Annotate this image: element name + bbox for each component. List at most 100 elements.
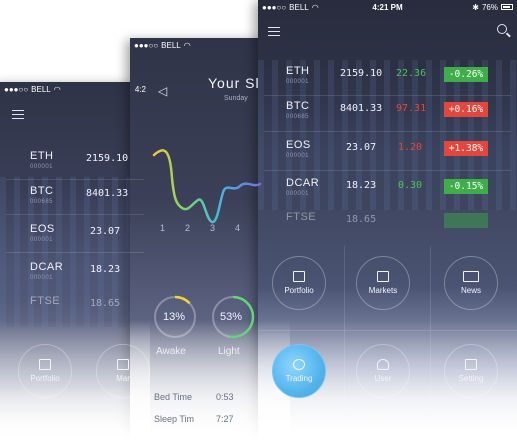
list-item[interactable]: DCAR 000001 18.23 bbox=[0, 258, 150, 294]
coin-price: 2159.10 bbox=[340, 68, 383, 79]
list-item[interactable]: FTSE 18.65 bbox=[0, 292, 150, 328]
bed-time-value: 0:53 bbox=[216, 392, 234, 402]
button-label: Mar bbox=[116, 374, 130, 383]
user-button[interactable]: User bbox=[356, 344, 410, 398]
coin-change: 22.36 bbox=[396, 68, 427, 79]
awake-percent: 13% bbox=[163, 311, 186, 323]
status-bar: ●●●○○ BELL ◠ 4:21 PM ✱ 76% bbox=[258, 0, 517, 14]
page-title: Your Sl bbox=[208, 75, 260, 91]
carrier-label: BELL bbox=[161, 40, 181, 50]
coin-symbol: FTSE bbox=[30, 295, 61, 307]
button-label: News bbox=[460, 286, 481, 295]
menu-icon[interactable] bbox=[268, 27, 280, 36]
status-bar: ●●●○○ BELL ◠ bbox=[130, 38, 290, 52]
x-tick-label: 1 bbox=[160, 223, 165, 233]
sleep-time-value: 7:27 bbox=[216, 414, 234, 424]
grid-divider bbox=[258, 330, 517, 331]
chart-icon bbox=[39, 359, 51, 370]
coin-price: 18.23 bbox=[346, 180, 377, 191]
coin-symbol: EOS bbox=[30, 223, 55, 235]
setting-button[interactable]: Setting bbox=[444, 344, 498, 398]
button-label: User bbox=[374, 374, 392, 383]
button-label: Setting bbox=[458, 374, 484, 383]
wifi-icon: ◠ bbox=[311, 2, 319, 12]
coin-symbol: BTC bbox=[30, 185, 54, 197]
light-caption: Light bbox=[218, 346, 240, 357]
news-icon bbox=[463, 271, 479, 282]
change-badge: -0.15% bbox=[444, 179, 488, 194]
grid-divider bbox=[344, 246, 345, 440]
markets-button[interactable]: Mar bbox=[96, 344, 150, 398]
list-item[interactable]: DCAR 000001 18.23 0.30 -0.15% bbox=[258, 174, 517, 210]
coin-change: 0.30 bbox=[398, 180, 423, 191]
awake-caption: Awake bbox=[156, 346, 186, 357]
sleep-time-label: Sleep Tim bbox=[154, 414, 195, 424]
settings-icon bbox=[465, 359, 477, 370]
coin-symbol: ETH bbox=[286, 65, 310, 77]
list-item[interactable]: BTC 000685 8401.33 97.31 +0.16% bbox=[258, 97, 517, 133]
list-item[interactable]: BTC 000685 8401.33 bbox=[0, 182, 150, 218]
divider bbox=[264, 95, 511, 96]
bluetooth-icon: ✱ bbox=[472, 2, 479, 12]
chart-icon bbox=[293, 271, 305, 282]
search-icon[interactable] bbox=[497, 24, 507, 34]
bed-time-label: Bed Time bbox=[154, 392, 193, 402]
x-tick-label: 2 bbox=[185, 223, 190, 233]
x-tick-label: 4 bbox=[235, 223, 240, 233]
list-item[interactable]: FTSE 18.65 bbox=[258, 208, 517, 244]
news-button[interactable]: News bbox=[444, 256, 498, 310]
coin-code: 000001 bbox=[286, 79, 310, 85]
button-label: Markets bbox=[368, 286, 398, 295]
image-icon bbox=[117, 359, 129, 370]
wifi-icon: ◠ bbox=[53, 84, 61, 94]
right-phone-screen: ●●●○○ BELL ◠ 4:21 PM ✱ 76% ETH 000001 2159.… bbox=[258, 0, 517, 440]
list-item[interactable]: ETH 000001 2159.10 bbox=[0, 147, 150, 183]
coin-price: 8401.33 bbox=[340, 103, 383, 114]
grid-divider bbox=[430, 246, 431, 440]
page-subtitle: Sunday bbox=[224, 95, 248, 102]
coin-symbol: ETH bbox=[30, 150, 54, 162]
list-item[interactable]: ETH 000001 2159.10 22.36 -0.26% bbox=[258, 62, 517, 98]
coin-price: 18.65 bbox=[346, 214, 377, 225]
coin-symbol: BTC bbox=[286, 100, 310, 112]
wifi-icon: ◠ bbox=[183, 40, 191, 50]
button-label: Portfolio bbox=[284, 286, 314, 295]
portfolio-button[interactable]: Portfolio bbox=[18, 344, 72, 398]
coins-icon bbox=[293, 359, 305, 370]
coin-price: 23.07 bbox=[90, 226, 121, 237]
trading-button[interactable]: Trading bbox=[272, 344, 326, 398]
coin-change: 1.20 bbox=[398, 142, 423, 153]
coin-price: 23.07 bbox=[346, 142, 377, 153]
list-item[interactable]: EOS 000001 23.07 bbox=[0, 220, 150, 256]
portfolio-button[interactable]: Portfolio bbox=[272, 256, 326, 310]
list-item[interactable]: EOS 000001 23.07 1.20 +1.38% bbox=[258, 136, 517, 172]
divider bbox=[6, 179, 144, 180]
coin-code: 000685 bbox=[30, 199, 54, 205]
coin-code: 000001 bbox=[286, 153, 310, 159]
status-bar: ●●●○○ BELL ◠ 4:2 bbox=[0, 82, 150, 96]
back-arrow-icon[interactable]: ◁ bbox=[158, 84, 167, 98]
coin-change: 97.31 bbox=[396, 103, 427, 114]
button-label: Portfolio bbox=[30, 374, 60, 383]
coin-code: 000001 bbox=[286, 191, 310, 197]
markets-button[interactable]: Markets bbox=[356, 256, 410, 310]
sleep-series-line bbox=[152, 149, 262, 224]
coin-symbol: EOS bbox=[286, 139, 311, 151]
clock: 4:21 PM bbox=[372, 2, 403, 12]
signal-dots: ●●●○○ bbox=[4, 84, 29, 94]
menu-icon[interactable] bbox=[12, 110, 24, 119]
battery-icon bbox=[501, 4, 513, 10]
coin-symbol: FTSE bbox=[286, 211, 317, 223]
battery-percent: 76% bbox=[481, 2, 498, 12]
divider bbox=[264, 170, 511, 171]
coin-price: 8401.33 bbox=[86, 188, 129, 199]
coin-code: 000001 bbox=[30, 164, 54, 170]
light-percent: 53% bbox=[220, 311, 243, 323]
divider bbox=[6, 252, 144, 253]
change-badge: +0.16% bbox=[444, 102, 488, 117]
coin-code: 000001 bbox=[30, 275, 54, 281]
change-badge: +1.38% bbox=[444, 141, 488, 156]
user-icon bbox=[377, 359, 389, 370]
coin-price: 18.65 bbox=[90, 298, 121, 309]
coin-symbol: DCAR bbox=[30, 261, 64, 273]
